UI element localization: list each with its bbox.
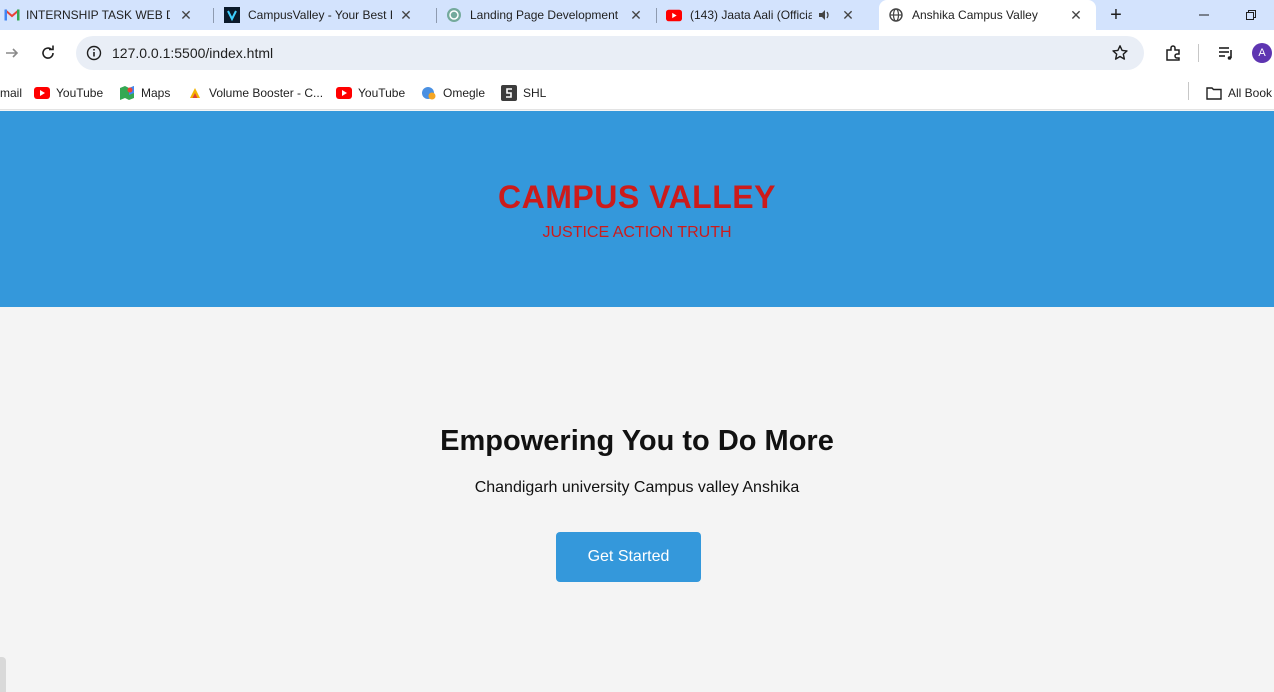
toolbar-divider	[1198, 44, 1199, 62]
arrow-right-icon	[6, 48, 19, 58]
restore-button[interactable]	[1228, 0, 1274, 30]
hero-header: CAMPUS VALLEY JUSTICE ACTION TRUTH	[0, 111, 1274, 307]
reload-icon	[42, 45, 54, 59]
tab-divider	[213, 8, 214, 23]
tab-strip: INTERNSHIP TASK WEB DEVELOPMENT ✕ Campus…	[0, 0, 1274, 30]
main-description: Chandigarh university Campus valley Ansh…	[474, 479, 800, 496]
bookmark-label: YouTube	[56, 86, 104, 100]
omegle-icon	[421, 85, 437, 101]
bookmark-gmail[interactable]: mail	[0, 81, 22, 105]
close-icon[interactable]: ✕	[398, 7, 414, 23]
restore-icon	[1246, 10, 1256, 20]
bookmark-label: All Book	[1228, 86, 1273, 100]
bookmarks-bar: mail YouTube Maps Volume Booster - C... …	[0, 76, 1274, 110]
site-title: CAMPUS VALLEY	[498, 179, 776, 215]
tab-internship-task[interactable]: INTERNSHIP TASK WEB DEVELOPMENT ✕	[0, 0, 210, 30]
bookmark-label: YouTube	[358, 86, 406, 100]
bookmark-label: Volume Booster - C...	[209, 86, 324, 100]
bookmark-star-icon[interactable]	[1108, 41, 1132, 65]
tab-title: Anshika Campus Valley	[912, 8, 1038, 22]
tab-title: Landing Page Development	[470, 8, 619, 22]
get-started-button[interactable]: Get Started	[556, 532, 701, 582]
maps-icon	[119, 85, 135, 101]
playlist-icon	[1219, 47, 1232, 60]
new-tab-button[interactable]: +	[1104, 3, 1128, 27]
puzzle-icon	[1166, 45, 1180, 61]
minimize-button[interactable]	[1181, 0, 1227, 30]
close-icon[interactable]: ✕	[1068, 7, 1084, 23]
forward-button[interactable]	[0, 39, 26, 67]
bookmark-youtube[interactable]: YouTube	[34, 81, 103, 105]
tab-anshika-campus-valley[interactable]: Anshika Campus Valley ✕	[879, 0, 1096, 30]
close-icon[interactable]: ✕	[840, 7, 856, 23]
shl-icon	[501, 85, 517, 101]
globe-icon	[888, 7, 904, 23]
main-heading: Empowering You to Do More	[440, 425, 834, 457]
profile-avatar[interactable]: A	[1252, 43, 1272, 63]
bookmark-label: Maps	[141, 86, 171, 100]
tab-jaata-aali[interactable]: (143) Jaata Aali (Official Video) ✕	[660, 0, 874, 30]
bookmark-label: mail	[0, 86, 23, 100]
campusvalley-icon	[224, 7, 240, 23]
youtube-icon	[666, 7, 682, 23]
media-control-button[interactable]	[1212, 39, 1240, 67]
site-info-icon[interactable]	[82, 41, 106, 65]
bookmark-maps[interactable]: Maps	[119, 81, 170, 105]
close-icon[interactable]: ✕	[628, 7, 644, 23]
bookmark-volume-booster[interactable]: Volume Booster - C...	[187, 81, 323, 105]
address-bar[interactable]: 127.0.0.1:5500/index.html	[76, 36, 1144, 70]
site-tagline: JUSTICE ACTION TRUTH	[542, 224, 732, 241]
youtube-icon	[34, 85, 50, 101]
bookmarks-divider	[1188, 82, 1189, 100]
folder-icon	[1206, 85, 1222, 101]
tab-title: CampusValley - Your Best Destination	[248, 8, 392, 22]
bookmark-omegle[interactable]: Omegle	[421, 81, 485, 105]
bookmark-youtube-2[interactable]: YouTube	[336, 81, 405, 105]
gmail-icon	[4, 7, 20, 23]
tab-landing-page[interactable]: Landing Page Development ✕	[440, 0, 652, 30]
url-text[interactable]: 127.0.0.1:5500/index.html	[112, 36, 273, 70]
close-icon[interactable]: ✕	[178, 7, 194, 23]
tab-title: INTERNSHIP TASK WEB DEVELOPMENT	[26, 8, 170, 22]
tab-divider	[436, 8, 437, 23]
minimize-icon	[1199, 14, 1209, 16]
speaker-icon[interactable]	[816, 7, 832, 23]
page-viewport: CAMPUS VALLEY JUSTICE ACTION TRUTH Empow…	[0, 111, 1274, 692]
browser-toolbar: 127.0.0.1:5500/index.html A	[0, 30, 1274, 76]
all-bookmarks-button[interactable]: All Book	[1206, 81, 1272, 105]
youtube-icon	[336, 85, 352, 101]
reload-button[interactable]	[34, 39, 62, 67]
scroll-indicator	[0, 657, 6, 692]
plus-icon: +	[1110, 3, 1122, 26]
extensions-button[interactable]	[1159, 39, 1187, 67]
bookmark-label: Omegle	[443, 86, 486, 100]
tab-title: (143) Jaata Aali (Official Video)	[690, 8, 812, 22]
bookmark-label: SHL	[523, 86, 547, 100]
tab-divider	[656, 8, 657, 23]
volume-booster-icon	[187, 85, 203, 101]
chatgpt-icon	[446, 7, 462, 23]
tab-campusvalley[interactable]: CampusValley - Your Best Destination ✕	[218, 0, 433, 30]
bookmark-shl[interactable]: SHL	[501, 81, 546, 105]
main-section: Empowering You to Do More Chandigarh uni…	[0, 307, 1274, 692]
